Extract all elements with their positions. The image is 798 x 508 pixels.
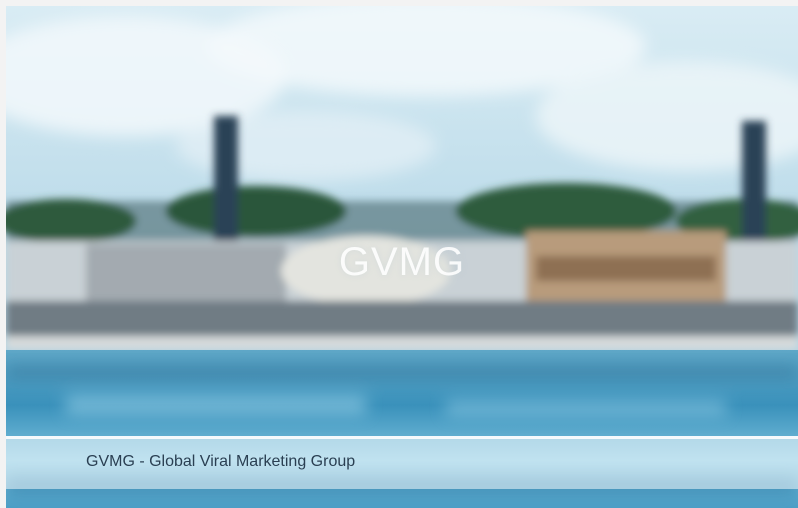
slideshow-frame: GVMG GVMG - Global Viral Marketing Group — [0, 0, 798, 508]
slide-caption[interactable]: GVMG - Global Viral Marketing Group — [86, 453, 355, 471]
caption-bar: GVMG - Global Viral Marketing Group — [6, 436, 798, 489]
slide-background-image[interactable]: GVMG GVMG - Global Viral Marketing Group — [6, 6, 798, 508]
slide-title: GVMG — [338, 240, 466, 284]
